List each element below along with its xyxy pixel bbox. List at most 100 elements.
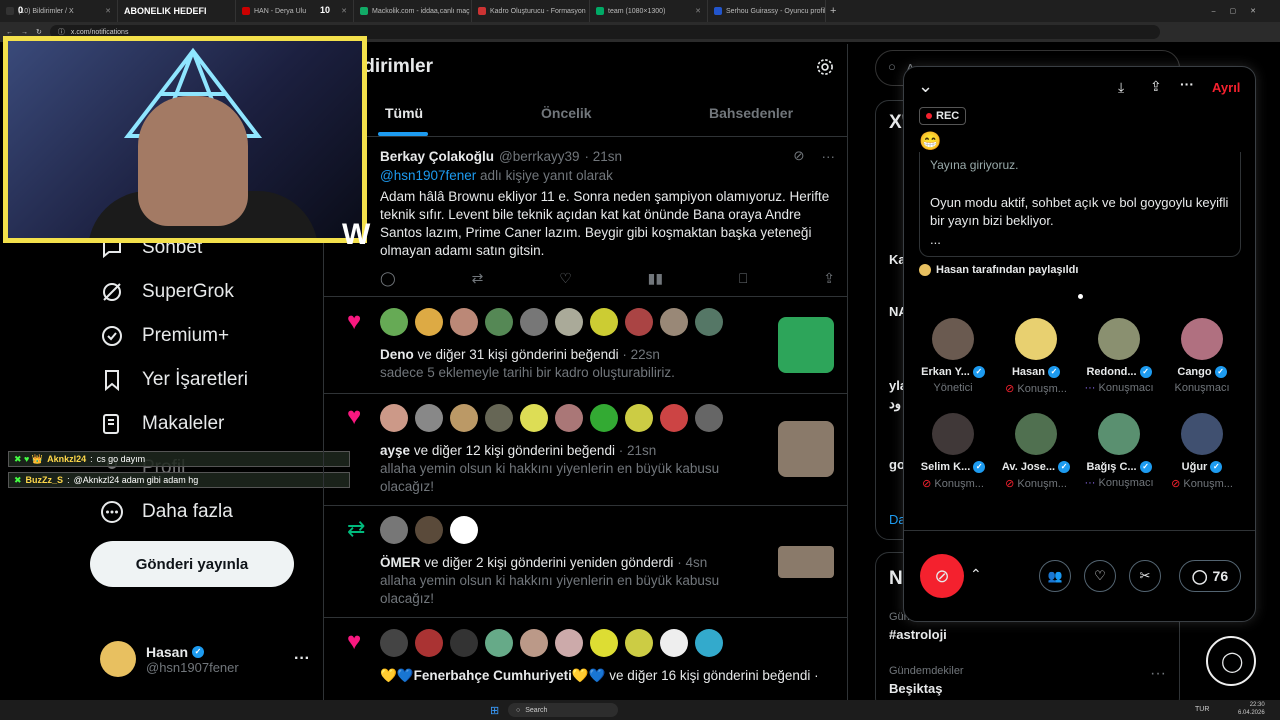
avatar[interactable] [450, 516, 478, 544]
more-icon[interactable]: ··· [822, 149, 836, 164]
avatar[interactable] [415, 516, 443, 544]
reply-to-link[interactable]: @hsn1907fener [380, 168, 476, 183]
share-icon[interactable]: ⇪ [1150, 78, 1162, 95]
avatar[interactable] [625, 404, 653, 432]
avatar[interactable] [695, 308, 723, 336]
avatar[interactable] [485, 308, 513, 336]
tab-all[interactable]: Tümü [385, 105, 423, 121]
sidebar-item-bookmarks[interactable]: Yer İşaretleri [100, 368, 248, 392]
notification-text[interactable]: ayşe ve diğer 12 kişi gönderini beğendi … [380, 442, 760, 460]
leave-space-button[interactable]: Ayrıl [1212, 80, 1240, 95]
grok-icon[interactable]: ⊘ [793, 148, 804, 164]
sidebar-item-articles[interactable]: Makaleler [100, 412, 224, 436]
avatar[interactable] [415, 629, 443, 657]
avatar[interactable] [590, 629, 618, 657]
mic-toggle-button[interactable]: ⊘ [920, 554, 964, 598]
post-button[interactable]: Gönderi yayınla [90, 541, 294, 587]
tab-mentions[interactable]: Bahsedenler [709, 105, 793, 121]
trend-item[interactable]: Beşiktaş [889, 681, 942, 696]
back-icon[interactable]: ← [6, 29, 13, 36]
speaker[interactable]: Bağış C... ✓ ··· Konuşmacı [1079, 413, 1159, 490]
messages-button[interactable]: ◯ [1206, 636, 1256, 686]
more-icon[interactable]: ··· [1150, 665, 1166, 683]
notification-text[interactable]: 💛💙Fenerbahçe Cumhuriyeti💛💙 ve diğer 16 k… [380, 667, 820, 685]
browser-tab[interactable]: Mackolik.com - iddaa,canlı maç✕ [354, 0, 472, 22]
share-icon[interactable]: ⇪ [823, 270, 835, 287]
avatar[interactable] [520, 404, 548, 432]
avatar[interactable] [380, 308, 408, 336]
views-icon[interactable]: ▮▮ [648, 270, 663, 287]
avatar[interactable] [590, 404, 618, 432]
clip-button[interactable]: ✂ [1129, 560, 1161, 592]
avatar[interactable] [520, 629, 548, 657]
reload-icon[interactable]: ↻ [36, 28, 42, 36]
minimize-icon[interactable]: ⤓ [1118, 79, 1124, 96]
language-indicator[interactable]: TUR [1195, 706, 1209, 713]
chevron-up-icon[interactable]: ⌃ [970, 566, 982, 583]
avatar[interactable] [555, 629, 583, 657]
speaker[interactable]: Hasan ✓ ⊘ Konuşm... [996, 318, 1076, 395]
like-icon[interactable]: ♡ [559, 270, 572, 287]
trend-item[interactable]: #astroloji [889, 627, 947, 642]
avatar[interactable] [660, 629, 688, 657]
avatar[interactable] [590, 308, 618, 336]
avatar[interactable] [450, 404, 478, 432]
settings-gear-icon[interactable] [815, 57, 835, 77]
avatar[interactable] [380, 516, 408, 544]
listeners-button[interactable]: 👥 [1039, 560, 1071, 592]
browser-tab[interactable]: Serhou Guirassy - Oyuncu profil✕ [708, 0, 826, 22]
avatar[interactable] [450, 308, 478, 336]
avatar[interactable] [555, 308, 583, 336]
browser-tab[interactable]: Kadro Oluşturucu - Formasyon✕ [472, 0, 590, 22]
lineup-thumbnail[interactable] [778, 317, 834, 373]
speaker[interactable]: Uğur ✓ ⊘ Konuşm... [1162, 413, 1242, 490]
post-thumbnail[interactable] [778, 421, 834, 477]
forward-icon[interactable]: → [21, 29, 28, 36]
avatar[interactable] [520, 308, 548, 336]
sidebar-item-supergrok[interactable]: SuperGrok [100, 280, 234, 304]
avatar[interactable] [625, 629, 653, 657]
avatar[interactable] [660, 404, 688, 432]
tab-close-icon[interactable]: ✕ [105, 7, 111, 15]
window-controls[interactable]: –▢✕ [1212, 7, 1280, 15]
avatar[interactable] [380, 404, 408, 432]
reply-tweet[interactable]: Berkay Çolakoğlu @berrkayy39 · 21sn ⊘ ··… [380, 148, 835, 260]
sidebar-item-more[interactable]: Daha fazla [100, 500, 233, 524]
notification-text[interactable]: Deno ve diğer 31 kişi gönderini beğendi … [380, 346, 760, 364]
space-description-card[interactable]: Yayına giriyoruz. Oyun modu aktif, sohbe… [919, 152, 1241, 257]
avatar[interactable] [695, 404, 723, 432]
reply-icon[interactable]: ◯ [380, 270, 396, 287]
avatar[interactable] [450, 629, 478, 657]
avatar[interactable] [625, 308, 653, 336]
avatar[interactable] [380, 629, 408, 657]
reaction-button[interactable]: ♡ [1084, 560, 1116, 592]
speaker[interactable]: Av. Jose... ✓ ⊘ Konuşm... [996, 413, 1076, 490]
avatar[interactable] [415, 308, 443, 336]
sidebar-item-premium[interactable]: Premium+ [100, 324, 229, 348]
avatar[interactable] [485, 629, 513, 657]
speaker[interactable]: Redond... ✓ ··· Konuşmacı [1079, 318, 1159, 395]
tab-priority[interactable]: Öncelik [541, 105, 592, 121]
speaker[interactable]: Selim K... ✓ ⊘ Konuşm... [913, 413, 993, 490]
avatar[interactable] [695, 629, 723, 657]
retweet-icon[interactable]: ⇄ [472, 270, 484, 287]
comments-button[interactable]: ◯ 76 [1179, 560, 1241, 592]
more-icon[interactable]: ··· [294, 650, 310, 668]
notification-text[interactable]: ÖMER ve diğer 2 kişi gönderini yeniden g… [380, 554, 760, 572]
avatar[interactable] [485, 404, 513, 432]
avatar[interactable] [660, 308, 688, 336]
speaker[interactable]: Cango ✓ Konuşmacı [1162, 318, 1242, 395]
account-switcher[interactable]: Hasan ✓ @hsn1907fener ··· [100, 638, 310, 680]
taskbar-search[interactable]: ○ Search [508, 703, 618, 717]
windows-start-icon[interactable]: ⊞ [490, 704, 499, 717]
more-icon[interactable]: ··· [1180, 76, 1194, 92]
avatar[interactable] [555, 404, 583, 432]
browser-tab[interactable]: team (1080×1300) ✕ [590, 0, 708, 22]
tab-close-icon[interactable]: ✕ [695, 7, 701, 15]
tab-close-icon[interactable]: ✕ [341, 7, 347, 15]
clock[interactable]: 22:30 6.04.2026 [1238, 701, 1265, 717]
new-tab-icon[interactable]: + [826, 5, 836, 17]
post-thumbnail[interactable] [778, 546, 834, 578]
speaker[interactable]: Erkan Y... ✓ Yönetici [913, 318, 993, 395]
avatar[interactable] [415, 404, 443, 432]
